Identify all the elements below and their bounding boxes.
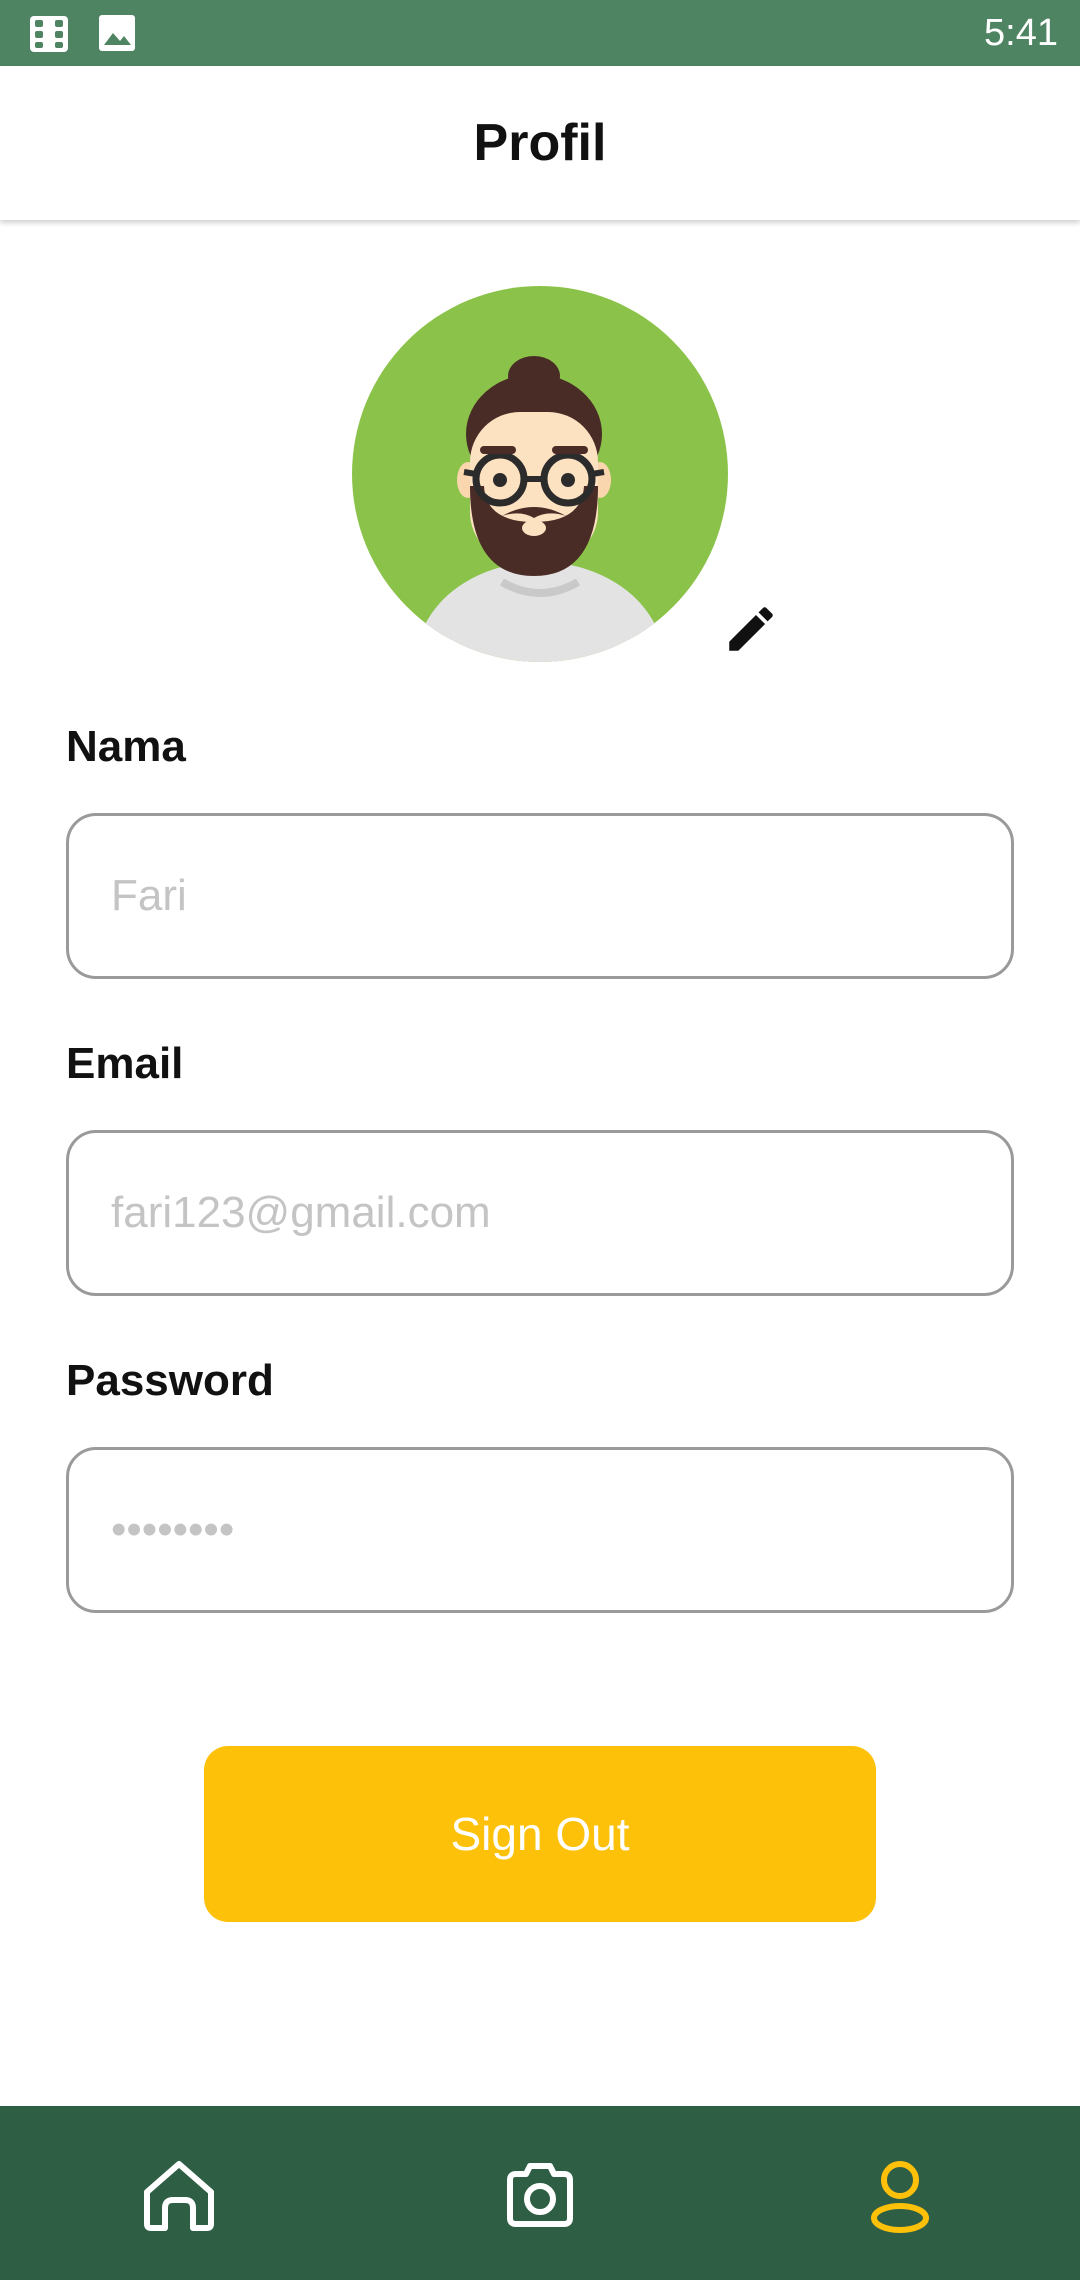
email-input[interactable]: [111, 1188, 971, 1238]
password-field[interactable]: [66, 1447, 1014, 1613]
name-label: Nama: [66, 722, 186, 771]
home-icon[interactable]: [139, 2156, 219, 2236]
bottom-nav: [0, 2106, 1080, 2280]
app-bar: Profil: [0, 66, 1080, 220]
sign-out-button[interactable]: Sign Out: [204, 1746, 876, 1922]
name-input[interactable]: [111, 871, 971, 921]
page-title: Profil: [473, 114, 607, 172]
camera-icon[interactable]: [500, 2156, 580, 2236]
profile-icon[interactable]: [860, 2156, 940, 2236]
status-bar: 5:41: [0, 0, 1080, 66]
status-time: 5:41: [984, 12, 1058, 54]
email-label: Email: [66, 1039, 184, 1088]
password-input[interactable]: [111, 1505, 971, 1555]
avatar-illustration: [352, 286, 728, 662]
image-icon: [99, 15, 135, 51]
password-label: Password: [66, 1356, 274, 1405]
avatar[interactable]: [352, 286, 728, 662]
film-icon: [30, 16, 68, 52]
name-field[interactable]: [66, 813, 1014, 979]
pencil-icon[interactable]: [722, 600, 780, 658]
email-field[interactable]: [66, 1130, 1014, 1296]
